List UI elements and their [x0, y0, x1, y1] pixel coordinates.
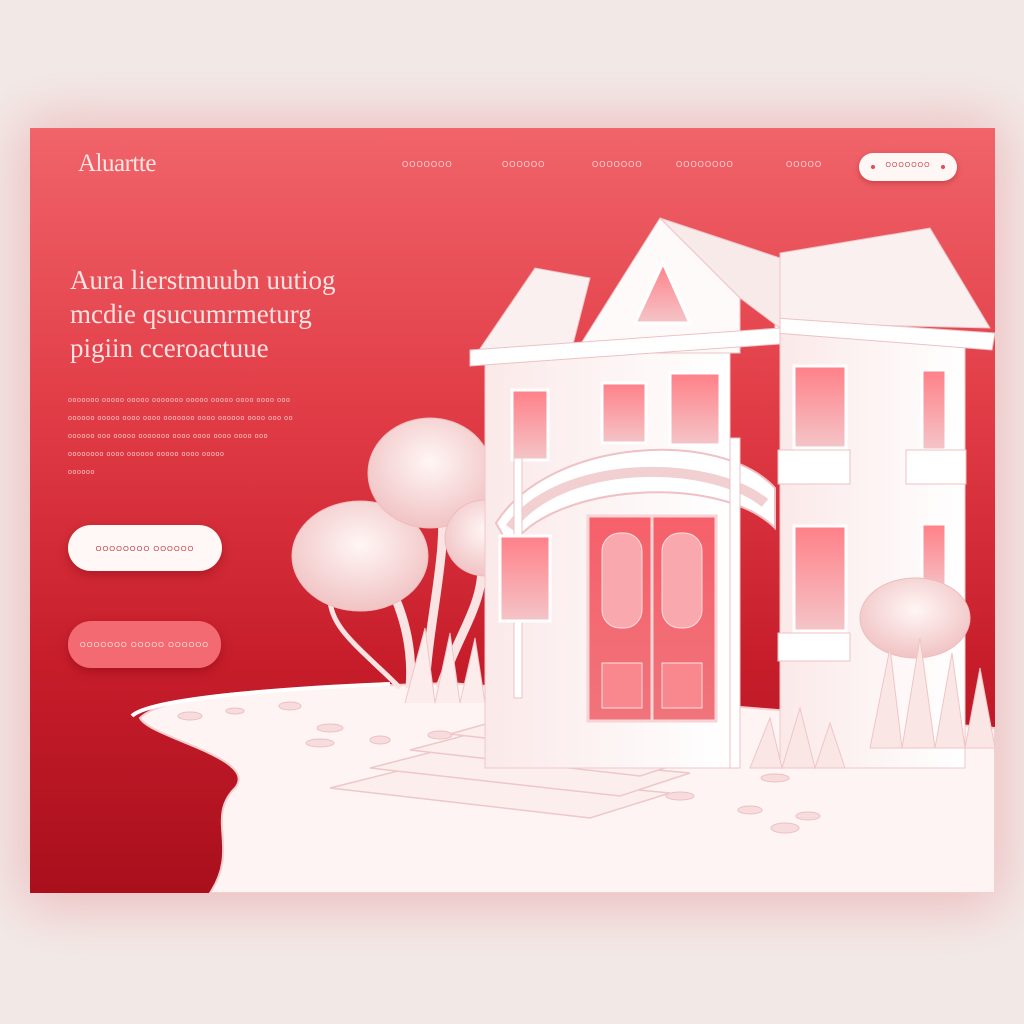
paragraph-line: oooooo ooooo oooo oooo ooooooo oooo oooo…: [68, 415, 294, 422]
hero-headline: Aura lierstmuubn uutiog mcdie qsucumrmet…: [70, 263, 410, 365]
nav-item-5[interactable]: OOOOO: [786, 160, 822, 169]
paragraph-line: ooooooo ooooo ooooo ooooooo ooooo ooooo …: [68, 397, 291, 404]
dot-icon: [941, 165, 945, 169]
hero-paragraph: ooooooo ooooo ooooo ooooooo ooooo ooooo …: [68, 392, 323, 482]
nav-item-3[interactable]: OOOOOOO: [592, 160, 643, 169]
hero-illustration: [130, 217, 995, 893]
paragraph-line: oooooo ooo ooooo ooooooo oooo oooo oooo …: [68, 433, 269, 440]
headline-line: mcdie qsucumrmeturg: [70, 299, 312, 329]
landing-page: Aluartte OOOOOOO OOOOOO OOOOOOO OOOOOOOO…: [30, 128, 995, 893]
headline-line: pigiin cceroactuue: [70, 333, 269, 363]
nav-item-1[interactable]: OOOOOOO: [402, 160, 453, 169]
paragraph-line: oooooo: [68, 469, 95, 476]
nav-item-4[interactable]: OOOOOOOO: [676, 160, 734, 169]
header-cta-button[interactable]: OOOOOOO: [859, 153, 957, 181]
secondary-button[interactable]: OOOOOOO OOOOO OOOOOO: [68, 621, 221, 668]
headline-line: Aura lierstmuubn uutiog: [70, 265, 336, 295]
paragraph-line: oooooooo oooo oooooo ooooo oooo ooooo: [68, 451, 225, 458]
brand-logo[interactable]: Aluartte: [78, 150, 156, 178]
nav-item-2[interactable]: OOOOOO: [502, 160, 545, 169]
primary-button[interactable]: OOOOOOOO OOOOOO: [68, 525, 222, 571]
